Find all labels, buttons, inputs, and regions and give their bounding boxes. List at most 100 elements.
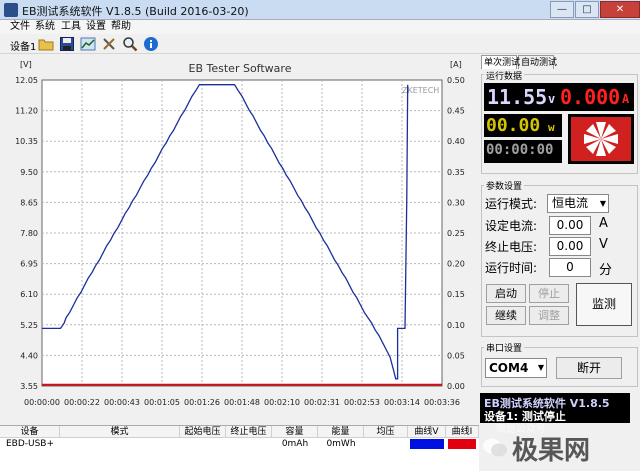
close-button[interactable]: ✕ [600, 1, 640, 18]
col-device: 设备 [0, 426, 60, 438]
menu-tools[interactable]: 工具 [61, 20, 81, 34]
cell-avg-voltage [364, 438, 408, 450]
status-box: EB测试系统软件 V1.8.5 设备1: 测试停止 [480, 393, 630, 423]
set-current-unit: A [599, 216, 608, 231]
menu-help[interactable]: 帮助 [111, 20, 131, 34]
y-left-tick-label: 12.05 [15, 76, 38, 85]
y-right-tick-label: 0.15 [447, 290, 465, 299]
current-readout: 0.000 [560, 85, 621, 109]
power-readout: 00.00 [486, 115, 541, 136]
menu-file[interactable]: 文件 [10, 20, 30, 34]
folder-open-icon[interactable] [38, 36, 54, 52]
start-button[interactable]: 启动 [486, 284, 526, 303]
y-left-tick-label: 10.35 [15, 137, 38, 146]
adjust-button[interactable]: 调整 [529, 306, 569, 325]
y-right-tick-label: 0.50 [447, 76, 465, 85]
set-current-label: 设定电流: [485, 219, 538, 233]
x-tick-label: 00:03:14 [384, 398, 420, 407]
runtime-label: 运行时间: [485, 261, 538, 275]
y-left-tick-label: 11.20 [15, 107, 38, 116]
maximize-button[interactable]: □ [575, 1, 599, 18]
tab-auto-test[interactable]: 自动测试 [518, 55, 557, 69]
y-right-tick-label: 0.40 [447, 137, 465, 146]
x-tick-label: 00:02:53 [344, 398, 380, 407]
disconnect-button[interactable]: 断开 [556, 357, 622, 379]
voltage-unit: v [548, 92, 556, 106]
menu-bar: 文件 系统 工具 设置 帮助 [0, 20, 640, 34]
com-port-value: COM4 [489, 361, 529, 375]
y-right-tick-label: 0.25 [447, 229, 465, 238]
cell-end-voltage [226, 438, 272, 450]
set-current-input[interactable]: 0.00 [549, 216, 591, 235]
cell-energy: 0mWh [326, 439, 356, 449]
tab-single-test[interactable]: 单次测试 [481, 55, 520, 69]
x-tick-label: 00:01:26 [184, 398, 220, 407]
tools-icon[interactable] [101, 36, 117, 52]
voltage-readout: 11.55 [487, 85, 548, 109]
chart-icon[interactable] [80, 36, 96, 52]
menu-system[interactable]: 系统 [35, 20, 55, 34]
cell-mode [60, 438, 180, 450]
y-left-tick-label: 3.55 [20, 382, 38, 391]
chevron-down-icon: ▼ [599, 199, 606, 208]
title-bar: EB测试系统软件 V1.8.5 (Build 2016-03-20) — □ ✕ [0, 0, 640, 20]
x-tick-label: 00:01:05 [144, 398, 180, 407]
cutoff-voltage-label: 终止电压: [485, 240, 538, 254]
stop-button[interactable]: 停止 [529, 284, 569, 303]
y-left-tick-label: 6.10 [20, 290, 38, 299]
col-energy: 能量 [318, 426, 364, 438]
cell-device: EBD-USB+ [5, 439, 55, 449]
cell-capacity: 0mAh [281, 439, 309, 449]
time-readout: 00:00:00 [486, 142, 554, 158]
zoom-icon[interactable] [122, 36, 138, 52]
col-start-voltage: 起始电压 [180, 426, 226, 438]
x-tick-label: 00:00:00 [24, 398, 60, 407]
continue-button[interactable]: 继续 [486, 306, 526, 325]
monitor-button[interactable]: 监测 [576, 283, 632, 326]
power-unit: w [548, 121, 555, 134]
y-right-tick-label: 0.30 [447, 198, 465, 207]
y-left-tick-label: 6.95 [20, 260, 38, 269]
left-axis-unit: [V] [20, 60, 32, 69]
col-mode: 模式 [60, 426, 180, 438]
x-tick-label: 00:02:31 [304, 398, 340, 407]
y-left-tick-label: 5.25 [20, 321, 38, 330]
mode-label: 运行模式: [485, 197, 538, 211]
save-icon[interactable] [59, 36, 75, 52]
minimize-button[interactable]: — [550, 1, 574, 18]
load-indicator-icon [568, 114, 634, 164]
param-title: 参数设置 [484, 179, 525, 192]
run-data-title: 运行数据 [484, 69, 525, 82]
chevron-down-icon: ▼ [537, 363, 544, 372]
y-right-tick-label: 0.20 [447, 260, 465, 269]
menu-settings[interactable]: 设置 [86, 20, 106, 34]
window-title: EB测试系统软件 V1.8.5 (Build 2016-03-20) [22, 5, 249, 18]
y-right-tick-label: 0.45 [447, 107, 465, 116]
status-line-2: 设备1: 测试停止 [484, 410, 566, 423]
mode-select[interactable]: 恒电流 ▼ [547, 194, 609, 213]
x-tick-label: 00:00:43 [104, 398, 140, 407]
cutoff-voltage-unit: V [599, 237, 608, 252]
com-port-select[interactable]: COM4 ▼ [485, 358, 547, 378]
chart-title: EB Tester Software [188, 62, 292, 75]
device-table: 设备 模式 起始电压 终止电压 容量 能量 均压 曲线V 曲线I EBD-USB… [0, 425, 479, 471]
readout-va-display: 11.55 v 0.000 A [484, 83, 634, 111]
cutoff-voltage-input[interactable]: 0.00 [549, 237, 591, 256]
chart-svg: 12.05 0.50 11.20 0.45 10.35 0.40 9.50 0.35 8.65 0… [15, 60, 465, 407]
app-icon [4, 3, 18, 17]
y-left-tick-label: 4.40 [20, 351, 38, 360]
y-right-tick-label: 0.00 [447, 382, 465, 391]
runtime-input[interactable]: 0 [549, 258, 591, 277]
curve-v-swatch[interactable] [410, 439, 444, 449]
power-display: 00.00 w [484, 114, 562, 137]
right-axis-unit: [A] [450, 60, 462, 69]
runtime-unit: 分 [599, 263, 613, 278]
curve-i-swatch[interactable] [448, 439, 476, 449]
toolbar: 设备1 [0, 34, 640, 54]
col-curve-v: 曲线V [408, 426, 446, 438]
cell-start-voltage [180, 438, 226, 450]
device-label: 设备1 [10, 42, 37, 53]
col-capacity: 容量 [272, 426, 318, 438]
info-icon[interactable] [143, 36, 159, 52]
serial-title: 串口设置 [484, 341, 525, 354]
